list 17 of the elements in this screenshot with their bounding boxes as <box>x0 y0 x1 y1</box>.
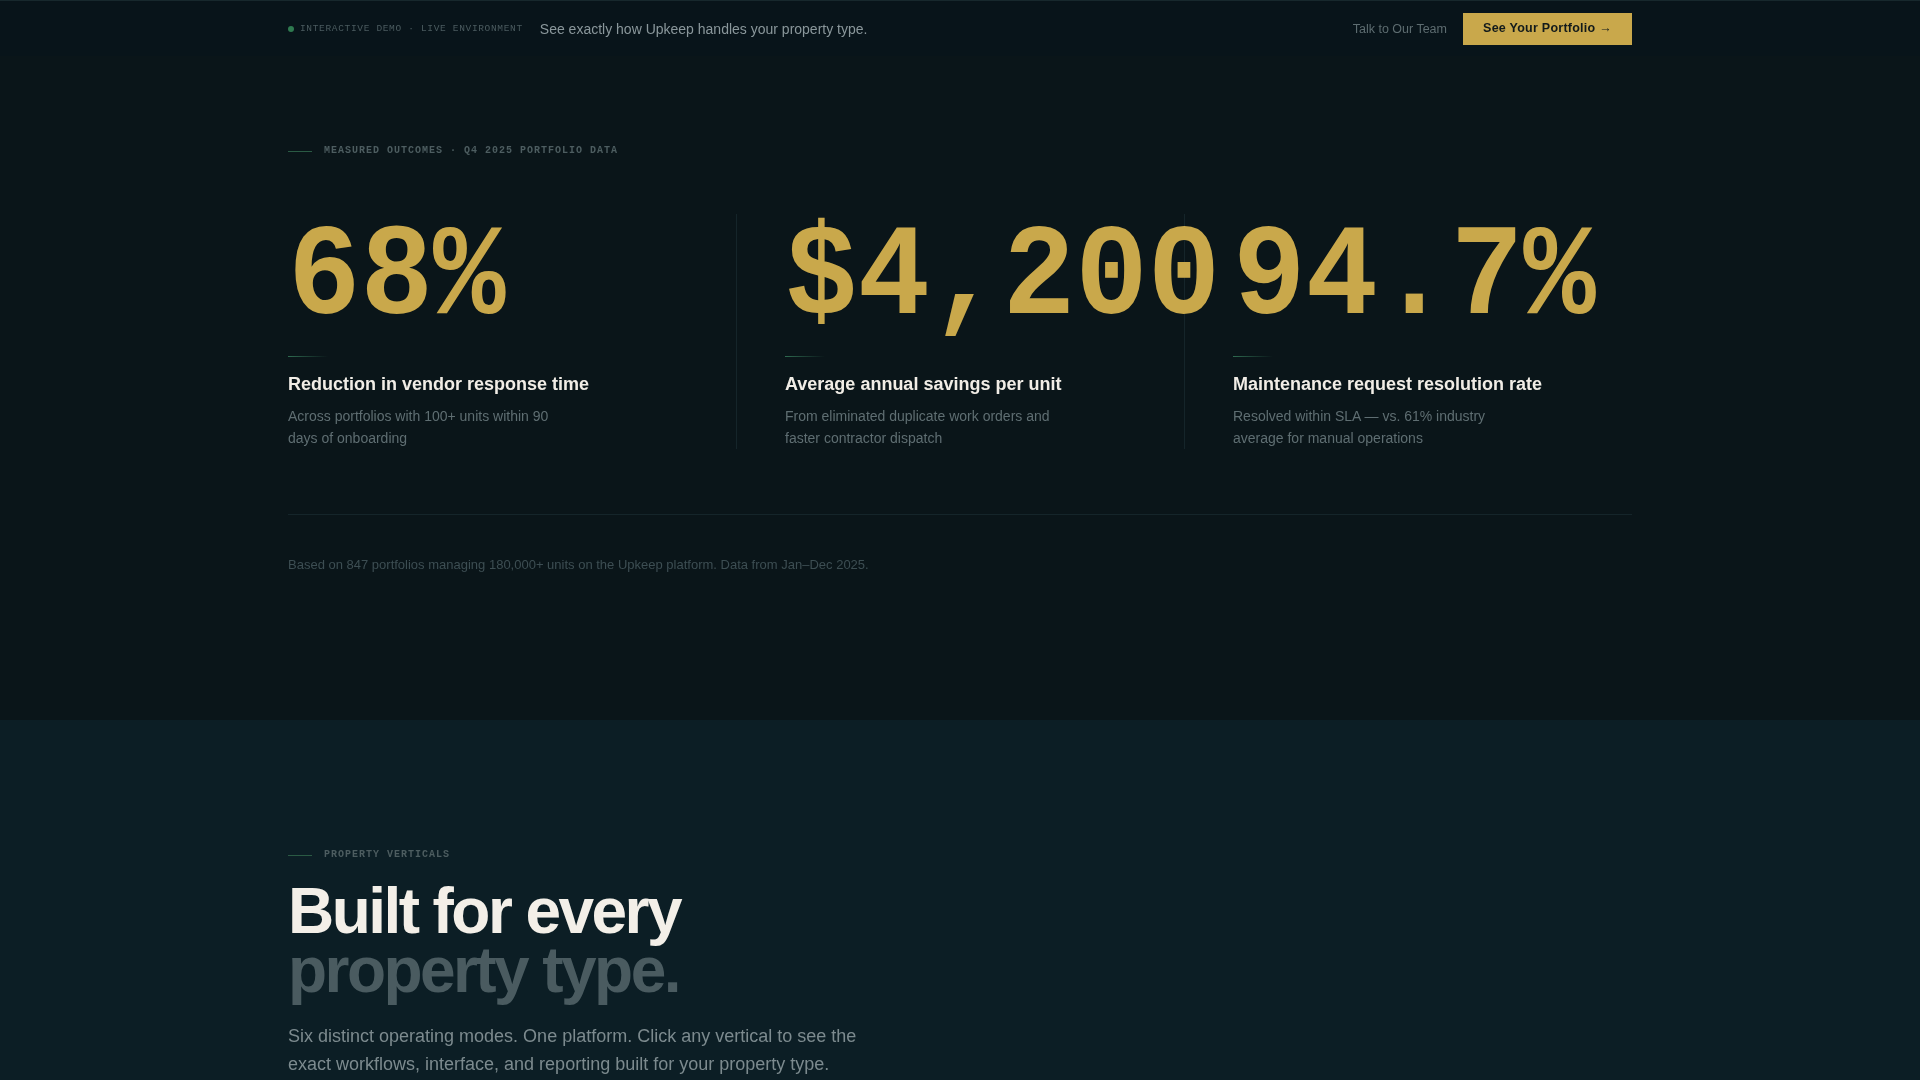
tagline: See exactly how Upkeep handles your property type. <box>539 19 868 39</box>
stat-value: 68% <box>288 214 506 344</box>
stat-description: From eliminated duplicate work orders and faster contractor dispatch <box>785 407 1051 448</box>
section-intro: Six distinct operating modes. One platform. Click any vertical to see the exact workflows, interface, and reporting built for your property type. <box>288 1025 858 1076</box>
stat-value: 94.7% <box>1233 214 1596 344</box>
demo-label: INTERACTIVE DEMO · LIVE ENVIRONMENT <box>300 21 523 36</box>
see-portfolio-button[interactable]: See Your Portfolio → <box>1463 12 1632 45</box>
stat-title: Average annual savings per unit <box>785 373 1063 396</box>
stat-title: Maintenance request resolution rate <box>1233 373 1544 396</box>
stat-description: Resolved within SLA — vs. 61% industry average for manual operations <box>1233 407 1487 448</box>
section-eyebrow: MEASURED OUTCOMES · Q4 2025 PORTFOLIO DATA <box>324 144 619 158</box>
status-dot-icon <box>288 25 294 32</box>
stat-title: Reduction in vendor response time <box>288 373 591 396</box>
stat-value: $4,200 <box>785 214 1221 344</box>
data-footnote: Based on 847 portfolios managing 180,000+ units on the Upkeep platform. Data from Jan–Dec 2025. <box>288 556 870 574</box>
section-eyebrow: PROPERTY VERTICALS <box>324 848 451 862</box>
stat-description: Across portfolios with 100+ units within 90 days of onboarding <box>288 407 550 448</box>
